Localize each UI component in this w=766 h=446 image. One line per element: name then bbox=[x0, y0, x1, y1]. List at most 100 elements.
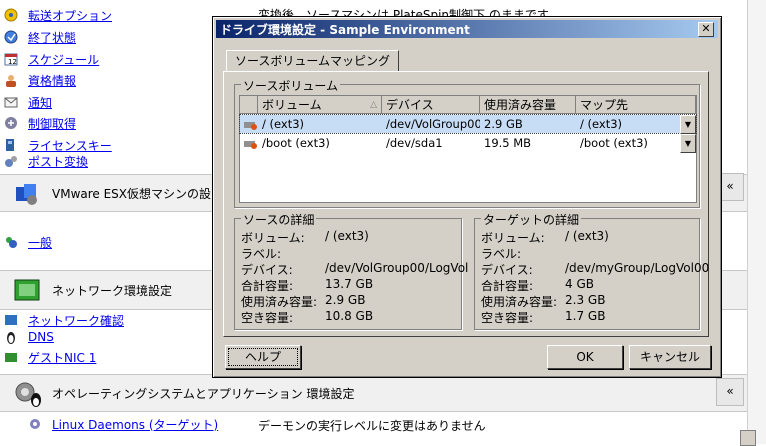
collapse-chevron-icon[interactable]: « bbox=[716, 378, 744, 406]
table-header-blank bbox=[240, 96, 258, 114]
nav-label[interactable]: 通知 bbox=[28, 94, 52, 111]
cell-map-to[interactable]: / (ext3) bbox=[580, 115, 680, 133]
nav-label[interactable]: 転送オプション bbox=[28, 7, 112, 24]
nav-transfer-options[interactable]: 転送オプション bbox=[4, 6, 112, 24]
dialog-title: ドライブ環境設定 - Sample Environment bbox=[220, 22, 470, 37]
detail-key: 合計容量: bbox=[241, 279, 294, 293]
map-to-dropdown-icon[interactable]: ▼ bbox=[680, 115, 696, 134]
nav-linux-daemons[interactable]: Linux Daemons (ターゲット) bbox=[30, 415, 218, 433]
drive-config-dialog: ドライブ環境設定 - Sample Environment ✕ ソースボリューム… bbox=[212, 16, 722, 378]
key-icon bbox=[4, 138, 18, 152]
nav-label[interactable]: DNS bbox=[28, 330, 54, 344]
map-to-dropdown-icon[interactable]: ▼ bbox=[680, 134, 696, 153]
nav-label[interactable]: スケジュール bbox=[28, 51, 99, 68]
detail-value: /dev/VolGroup00/LogVol bbox=[325, 261, 469, 275]
detail-value: / (ext3) bbox=[565, 229, 609, 243]
nav-dns[interactable]: DNS bbox=[7, 328, 54, 346]
source-details-group: ソースの詳細 ボリューム: / (ext3) ラベル: デバイス: /dev/V… bbox=[234, 211, 468, 330]
table-header-device[interactable]: デバイス bbox=[382, 96, 480, 114]
daemon-gear-icon bbox=[28, 417, 42, 431]
detail-value: 2.3 GB bbox=[565, 293, 606, 307]
detail-value: 4 GB bbox=[565, 277, 594, 291]
nic-icon bbox=[4, 350, 18, 364]
detail-value: / (ext3) bbox=[325, 229, 369, 243]
nav-guest-nic[interactable]: ゲストNIC 1 bbox=[5, 348, 96, 366]
sort-triangle-icon: △ bbox=[370, 100, 377, 110]
cancel-button[interactable]: キャンセル bbox=[629, 345, 711, 369]
schedule-icon: 12 bbox=[4, 52, 18, 66]
source-volumes-group: ソースボリューム ボリューム △ デバイス 使用済み容量 マップ先 / (ext3… bbox=[234, 77, 700, 208]
detail-value: 2.9 GB bbox=[325, 293, 366, 307]
nav-label[interactable]: 制御取得 bbox=[28, 115, 76, 132]
detail-key: ラベル: bbox=[241, 247, 282, 261]
detail-value: 13.7 GB bbox=[325, 277, 374, 291]
table-header-volume[interactable]: ボリューム △ bbox=[258, 96, 382, 114]
detail-value: 10.8 GB bbox=[325, 309, 374, 323]
post-convert-icon bbox=[4, 154, 18, 168]
table-header-used[interactable]: 使用済み容量 bbox=[480, 96, 576, 114]
section-title: ネットワーク環境設定 bbox=[52, 283, 173, 298]
group-title: ターゲットの詳細 bbox=[481, 211, 582, 228]
credentials-icon bbox=[4, 73, 18, 87]
detail-key: 合計容量: bbox=[481, 279, 534, 293]
detail-value: 1.7 GB bbox=[565, 309, 606, 323]
os-gear-icon bbox=[14, 380, 44, 408]
volume-table: ボリューム △ デバイス 使用済み容量 マップ先 / (ext3) /dev/Vo… bbox=[239, 95, 697, 203]
vertical-scrollbar[interactable] bbox=[747, 0, 766, 444]
table-header-map-to[interactable]: マップ先 bbox=[576, 96, 696, 114]
detail-key: デバイス: bbox=[481, 263, 533, 277]
network-icon bbox=[14, 277, 42, 303]
tab-source-volume-mapping[interactable]: ソースボリュームマッピング bbox=[226, 50, 400, 71]
detail-key: 使用済み容量: bbox=[481, 295, 558, 309]
nav-schedule[interactable]: 12 スケジュール bbox=[4, 50, 99, 68]
cell-device: /dev/sda1 bbox=[386, 136, 443, 150]
linux-daemons-value: デーモンの実行レベルに変更はありません bbox=[258, 419, 486, 433]
section-title: VMware ESX仮想マシンの設 bbox=[52, 186, 212, 201]
dns-icon bbox=[4, 330, 18, 344]
end-state-icon bbox=[4, 30, 18, 44]
close-icon[interactable]: ✕ bbox=[698, 22, 714, 37]
detail-key: ボリューム: bbox=[481, 231, 545, 245]
nav-credentials[interactable]: 資格情報 bbox=[6, 71, 76, 89]
detail-value: /dev/myGroup/LogVol00 bbox=[565, 261, 710, 275]
help-button[interactable]: ヘルプ bbox=[225, 345, 301, 369]
nav-label[interactable]: ネットワーク確認 bbox=[28, 312, 124, 329]
section-title: オペレーティングシステムとアプリケーション 環境設定 bbox=[52, 386, 355, 401]
nav-label[interactable]: 一般 bbox=[28, 234, 52, 251]
cell-used: 2.9 GB bbox=[484, 117, 523, 131]
section-os-apps[interactable]: オペレーティングシステムとアプリケーション 環境設定 bbox=[0, 374, 748, 412]
dialog-title-bar[interactable]: ドライブ環境設定 - Sample Environment ✕ bbox=[216, 20, 718, 38]
detail-key: ラベル: bbox=[481, 247, 522, 261]
svg-text:12: 12 bbox=[8, 58, 17, 66]
nav-take-control[interactable]: 制御取得 bbox=[5, 114, 76, 132]
control-icon bbox=[4, 116, 18, 130]
nav-post-convert[interactable]: ポスト変換 bbox=[5, 152, 88, 170]
cell-volume: / (ext3) bbox=[262, 117, 305, 131]
nav-general[interactable]: 一般 bbox=[6, 233, 52, 251]
detail-key: ボリューム: bbox=[241, 231, 305, 245]
nav-end-state[interactable]: 終了状態 bbox=[4, 28, 76, 46]
vmware-icon bbox=[14, 181, 40, 207]
ok-button[interactable]: OK bbox=[547, 345, 623, 369]
nav-notification[interactable]: 通知 bbox=[4, 93, 52, 111]
cell-device: /dev/VolGroup00... bbox=[386, 117, 480, 131]
nav-label[interactable]: ポスト変換 bbox=[28, 153, 88, 170]
network-check-icon bbox=[4, 313, 18, 327]
detail-key: 使用済み容量: bbox=[241, 295, 318, 309]
group-title: ソースボリューム bbox=[241, 77, 341, 94]
nav-network-check[interactable]: ネットワーク確認 bbox=[5, 311, 124, 329]
tab-pane: ソースボリューム ボリューム △ デバイス 使用済み容量 マップ先 / (ext3… bbox=[223, 71, 709, 337]
group-title: ソースの詳細 bbox=[241, 211, 317, 228]
cell-map-to[interactable]: /boot (ext3) bbox=[580, 134, 680, 152]
mail-icon bbox=[4, 95, 18, 109]
detail-key: デバイス: bbox=[241, 263, 293, 277]
cell-volume: /boot (ext3) bbox=[262, 136, 330, 150]
drive-icon bbox=[243, 117, 257, 131]
nav-label[interactable]: 終了状態 bbox=[28, 29, 76, 46]
nav-label[interactable]: ライセンスキー bbox=[28, 137, 112, 154]
detail-key: 空き容量: bbox=[241, 311, 294, 325]
nav-label[interactable]: 資格情報 bbox=[28, 72, 76, 89]
nav-label[interactable]: Linux Daemons (ターゲット) bbox=[52, 416, 218, 433]
target-details-group: ターゲットの詳細 ボリューム: / (ext3) ラベル: デバイス: /dev… bbox=[474, 211, 709, 330]
nav-label[interactable]: ゲストNIC 1 bbox=[28, 349, 96, 366]
